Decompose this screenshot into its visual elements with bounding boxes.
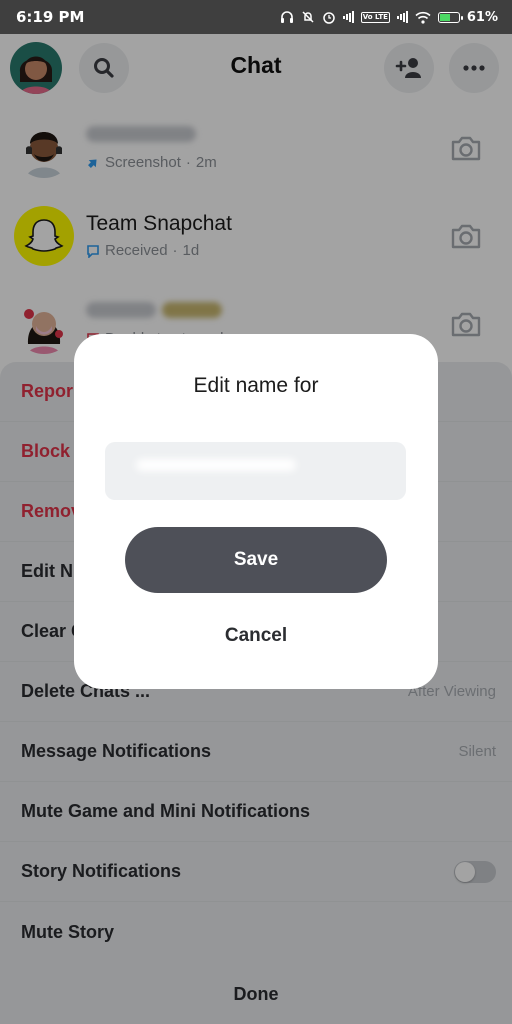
bell-muted-icon [301,10,315,24]
wifi-icon [415,11,431,24]
redacted-input-text [136,459,296,471]
status-time: 6:19 PM [16,8,85,26]
edit-name-dialog: Edit name for Save Cancel [74,334,438,689]
headphones-icon [280,10,294,24]
battery-icon [437,11,463,23]
battery-percent: 61% [466,9,498,25]
signal-icon-2 [396,11,408,23]
display-name-input[interactable] [105,442,406,500]
signal-icon [342,11,354,23]
status-bar: 6:19 PM Vo LTE 61% [0,0,512,34]
battery-fill [439,13,451,21]
dialog-title: Edit name for [193,374,319,397]
save-button[interactable]: Save [125,527,387,593]
status-icons: Vo LTE 61% [280,10,498,25]
alarm-icon [322,10,336,24]
volte-badge: Vo LTE [360,11,390,23]
cancel-button[interactable]: Cancel [165,618,347,654]
